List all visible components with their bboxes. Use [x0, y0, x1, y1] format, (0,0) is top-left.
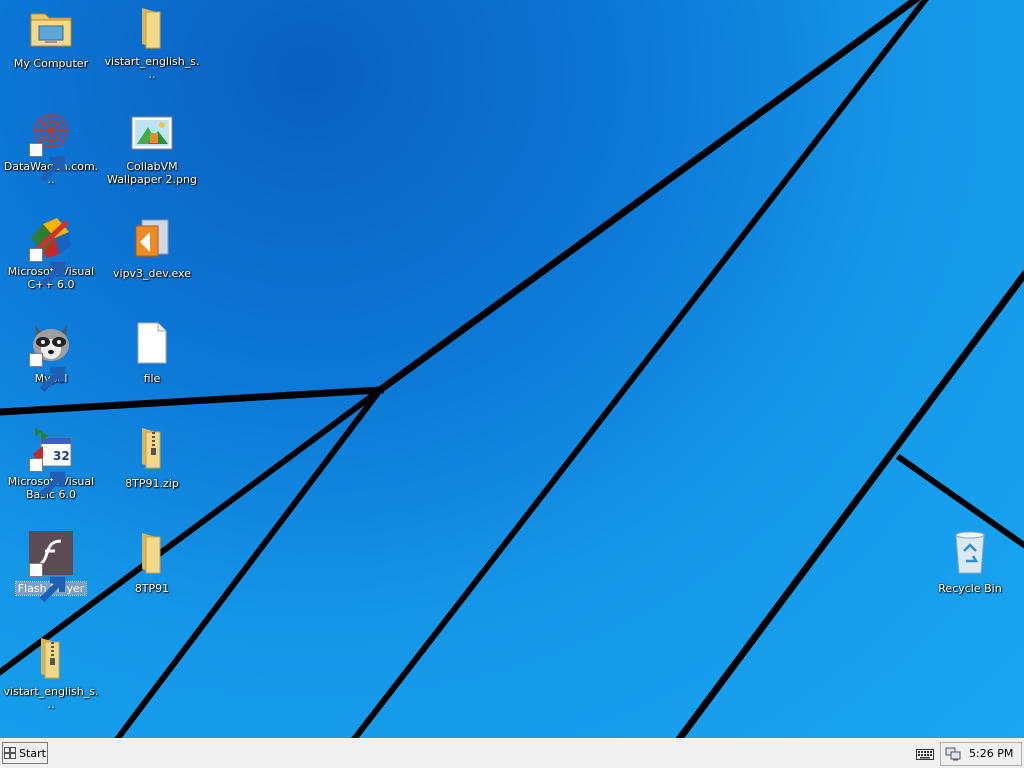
clock[interactable]: 5:26 PM [969, 747, 1013, 760]
icon-label: vistart_english_s... [104, 55, 200, 81]
icon-label: CollabVM Wallpaper 2.png [107, 160, 197, 186]
desktop-icon-mypal[interactable]: Mypal [3, 319, 99, 393]
desktop-icon-recycle-bin[interactable]: Recycle Bin [922, 529, 1018, 596]
zip-folder-icon [142, 428, 161, 469]
network-icon[interactable] [945, 746, 961, 762]
recycle-bin-icon [955, 531, 985, 574]
icon-label: Recycle Bin [938, 582, 1002, 595]
installer-icon [135, 219, 169, 257]
my-computer-icon [30, 13, 72, 47]
taskbar: Start 5:26 PM [0, 738, 1024, 768]
desktop-icon-visual-cpp[interactable]: Microsoft Visual C++ 6.0 [3, 214, 99, 292]
start-label: Start [19, 746, 46, 760]
desktop-icon-vistart-zip[interactable]: vistart_english_s... [3, 634, 99, 712]
blank-file-icon [137, 322, 167, 364]
desktop-icon-vipv3-dev[interactable]: vipv3_dev.exe [104, 214, 200, 281]
system-tray: 5:26 PM [940, 742, 1022, 766]
shortcut-arrow-icon [29, 458, 66, 498]
desktop-icon-datawagon[interactable]: DataWagon.com... [3, 109, 99, 187]
icon-label: 8TP91 [134, 582, 170, 595]
icon-label: 8TP91.zip [125, 477, 179, 490]
desktop-icon-file[interactable]: file [104, 319, 200, 386]
desktop-icon-flash-player[interactable]: Flash Player [3, 529, 99, 603]
folder-icon [142, 533, 161, 574]
desktop-icon-visual-basic[interactable]: 32 Microsoft Visual Basic 6.0 [3, 424, 99, 502]
desktop-icon-8tp91-zip[interactable]: 8TP91.zip [104, 424, 200, 491]
folder-icon [142, 8, 161, 49]
icon-label: My Computer [13, 57, 89, 70]
shortcut-arrow-icon [29, 143, 66, 183]
desktop[interactable]: My Computer vistart_english_s... DataWag… [0, 0, 1024, 738]
start-button[interactable]: Start [2, 742, 48, 764]
keyboard-icon[interactable] [916, 747, 934, 761]
shortcut-arrow-icon [29, 353, 66, 393]
shortcut-arrow-icon [29, 563, 66, 603]
image-file-icon [131, 116, 173, 150]
desktop-icon-collabvm-wallpaper[interactable]: CollabVM Wallpaper 2.png [104, 109, 200, 187]
desktop-icon-vistart-folder[interactable]: vistart_english_s... [104, 4, 200, 82]
icon-label: vistart_english_s... [3, 685, 99, 711]
shortcut-arrow-icon [29, 248, 66, 288]
windows-logo-icon [4, 747, 17, 759]
zip-folder-icon [41, 638, 60, 679]
desktop-icon-my-computer[interactable]: My Computer [3, 4, 99, 71]
desktop-icon-8tp91-folder[interactable]: 8TP91 [104, 529, 200, 596]
icon-label: file [143, 372, 161, 385]
icon-label: vipv3_dev.exe [113, 267, 191, 280]
